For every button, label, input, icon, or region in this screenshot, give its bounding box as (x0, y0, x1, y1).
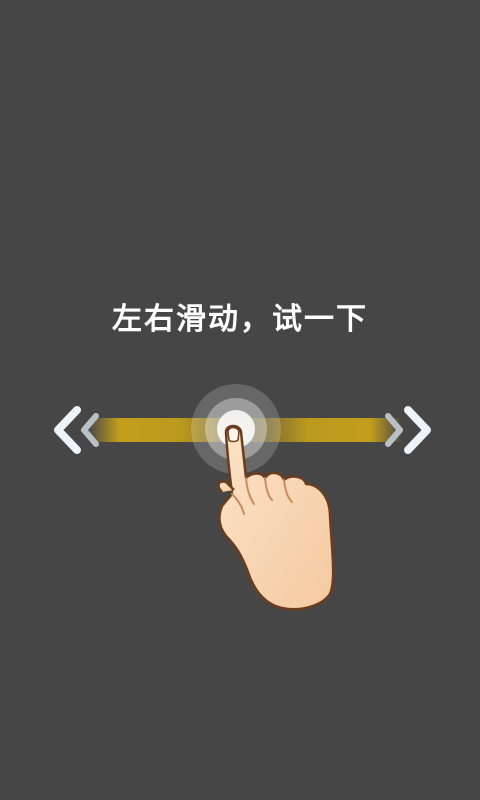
swipe-hint-text: 左右滑动，试一下 (112, 302, 368, 337)
swipe-guide-overlay[interactable]: 左右滑动，试一下 (0, 0, 480, 800)
swipe-gesture-illustration (54, 384, 431, 611)
pointing-hand-icon (217, 424, 335, 611)
